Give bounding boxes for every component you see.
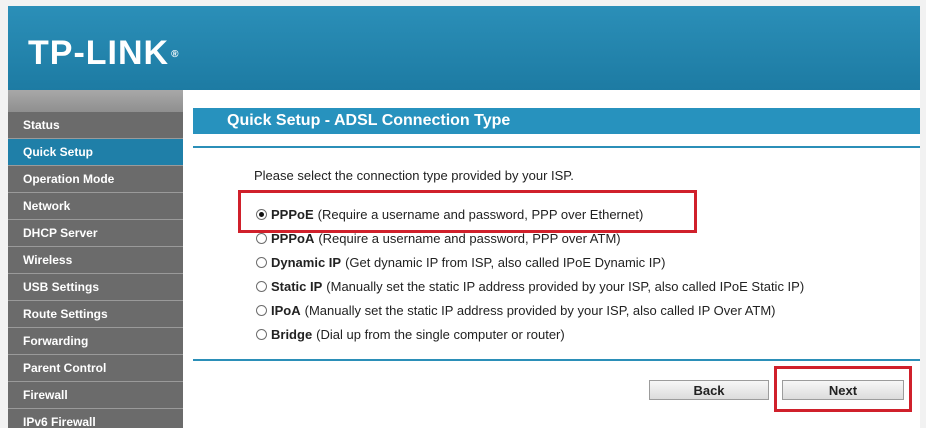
tp-link-logo: TP-LINK ®	[28, 36, 179, 70]
page-title: Quick Setup - ADSL Connection Type	[193, 108, 920, 134]
sidebar-menu: Status Quick Setup Operation Mode Networ…	[8, 90, 183, 428]
sidebar-item-operation-mode[interactable]: Operation Mode	[8, 166, 183, 192]
option-ipoa-desc: (Manually set the static IP address prov…	[304, 303, 776, 318]
sidebar-item-usb-settings[interactable]: USB Settings	[8, 274, 183, 300]
back-button[interactable]: Back	[649, 380, 769, 400]
option-dynamic-ip-desc: (Get dynamic IP from ISP, also called IP…	[345, 255, 666, 270]
option-dynamic-ip-name: Dynamic IP	[271, 255, 342, 270]
option-bridge[interactable]: Bridge (Dial up from the single computer…	[256, 327, 565, 342]
sidebar-item-firewall[interactable]: Firewall	[8, 382, 183, 408]
sidebar-item-parent-control[interactable]: Parent Control	[8, 355, 183, 381]
option-pppoa[interactable]: PPPoA (Require a username and password, …	[256, 231, 621, 246]
sidebar-item-network[interactable]: Network	[8, 193, 183, 219]
bottom-divider	[193, 359, 920, 361]
sidebar-top-spacer	[8, 90, 183, 112]
registered-mark: ®	[171, 49, 180, 60]
radio-bridge[interactable]	[256, 329, 267, 340]
option-static-ip-desc: (Manually set the static IP address prov…	[326, 279, 805, 294]
radio-pppoa[interactable]	[256, 233, 267, 244]
option-bridge-desc: (Dial up from the single computer or rou…	[316, 327, 565, 342]
radio-static-ip[interactable]	[256, 281, 267, 292]
main-content: Quick Setup - ADSL Connection Type Pleas…	[183, 90, 920, 428]
option-pppoa-name: PPPoA	[271, 231, 315, 246]
radio-ipoa[interactable]	[256, 305, 267, 316]
sidebar-item-status[interactable]: Status	[8, 112, 183, 138]
option-static-ip-name: Static IP	[271, 279, 323, 294]
router-admin-page: TP-LINK ® Status Quick Setup Operation Mo…	[0, 0, 926, 428]
sidebar-item-ipv6-firewall[interactable]: IPv6 Firewall	[8, 409, 183, 428]
radio-dynamic-ip[interactable]	[256, 257, 267, 268]
sidebar-item-route-settings[interactable]: Route Settings	[8, 301, 183, 327]
top-divider	[193, 146, 920, 148]
sidebar-item-quick-setup[interactable]: Quick Setup	[8, 139, 183, 165]
option-ipoa-name: IPoA	[271, 303, 301, 318]
option-static-ip[interactable]: Static IP (Manually set the static IP ad…	[256, 279, 804, 294]
connection-type-prompt: Please select the connection type provid…	[254, 168, 574, 183]
option-ipoa[interactable]: IPoA (Manually set the static IP address…	[256, 303, 776, 318]
logo-text: TP-LINK	[28, 34, 170, 72]
sidebar-item-dhcp-server[interactable]: DHCP Server	[8, 220, 183, 246]
option-dynamic-ip[interactable]: Dynamic IP (Get dynamic IP from ISP, als…	[256, 255, 665, 270]
sidebar-item-forwarding[interactable]: Forwarding	[8, 328, 183, 354]
header-banner: TP-LINK ®	[8, 6, 920, 91]
option-pppoa-desc: (Require a username and password, PPP ov…	[318, 231, 621, 246]
next-highlight-box	[774, 366, 912, 412]
option-bridge-name: Bridge	[271, 327, 313, 342]
sidebar-item-wireless[interactable]: Wireless	[8, 247, 183, 273]
pppoe-highlight-box	[238, 190, 697, 233]
